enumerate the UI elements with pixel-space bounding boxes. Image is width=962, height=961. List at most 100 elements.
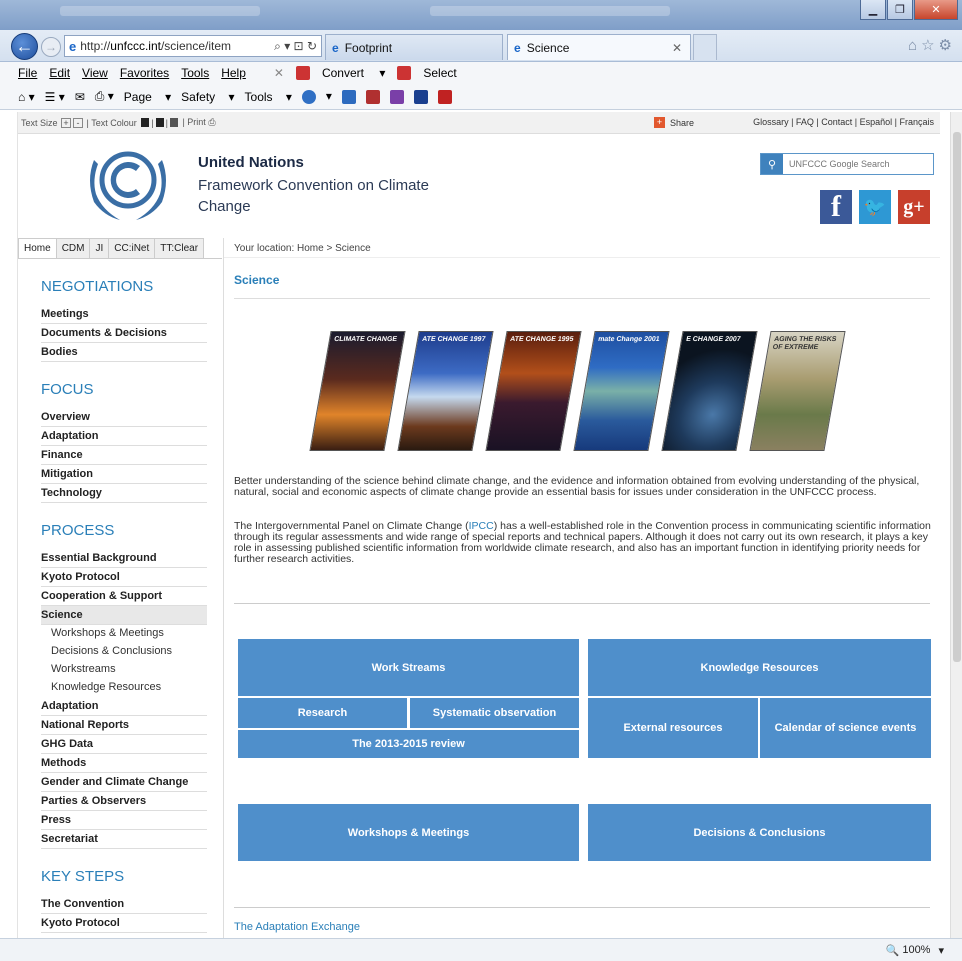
text-size-decrease-button[interactable]: -: [73, 117, 84, 128]
research-block[interactable]: Research: [238, 698, 407, 728]
menu-favorites[interactable]: Favorites: [120, 66, 169, 80]
work-streams-block[interactable]: Work Streams: [238, 639, 579, 696]
home-favorites-settings-icons[interactable]: ⌂☆⚙: [908, 36, 956, 54]
tools-menu[interactable]: Tools ▾: [245, 90, 292, 104]
safety-menu[interactable]: Safety ▾: [181, 90, 234, 104]
colour-grey-button[interactable]: [169, 118, 178, 127]
menu-file[interactable]: File: [18, 66, 37, 80]
zoom-level[interactable]: 100%: [902, 944, 930, 956]
nav-item-secretariat[interactable]: Secretariat: [41, 830, 207, 849]
nav-section-focus[interactable]: FOCUS: [41, 381, 222, 398]
tab-ji[interactable]: JI: [89, 238, 110, 258]
nav-item-cooperation-support[interactable]: Cooperation & Support: [41, 587, 207, 606]
nav-sub-workstreams[interactable]: Workstreams: [51, 661, 207, 679]
tab-footprint[interactable]: e Footprint: [325, 34, 503, 60]
nav-item-technology[interactable]: Technology: [41, 484, 207, 503]
nav-item-press[interactable]: Press: [41, 811, 207, 830]
colour-black-button[interactable]: [141, 118, 150, 127]
nav-item-adaptation[interactable]: Adaptation: [41, 427, 207, 446]
addon-icon[interactable]: [437, 89, 452, 104]
onenote-icon[interactable]: [341, 89, 356, 104]
tab-ttclear[interactable]: TT:Clear: [154, 238, 205, 258]
knowledge-resources-block[interactable]: Knowledge Resources: [588, 639, 931, 696]
report-cover[interactable]: ATE CHANGE 1995: [485, 331, 582, 451]
top-links[interactable]: Glossary | FAQ | Contact | Español | Fra…: [753, 117, 934, 127]
google-plus-icon[interactable]: g+: [898, 190, 930, 224]
nav-sub-knowledge-resources[interactable]: Knowledge Resources: [51, 679, 207, 697]
convert-button[interactable]: Convert ▾: [295, 66, 385, 81]
scrollbar-thumb[interactable]: [953, 132, 961, 662]
nav-item-parties-observers[interactable]: Parties & Observers: [41, 792, 207, 811]
decisions-conclusions-block[interactable]: Decisions & Conclusions: [588, 804, 931, 861]
report-cover[interactable]: mate Change 2001: [573, 331, 670, 451]
text-size-increase-button[interactable]: +: [61, 117, 72, 128]
print-link[interactable]: | Print ⎙: [182, 117, 215, 128]
vertical-scrollbar[interactable]: [950, 112, 962, 938]
nav-item-finance[interactable]: Finance: [41, 446, 207, 465]
zoom-dropdown-icon[interactable]: ▾: [938, 944, 944, 957]
report-cover[interactable]: AGING THE RISKS OF EXTREME: [749, 331, 846, 451]
close-toolbar-icon[interactable]: ✕: [274, 66, 284, 80]
facebook-icon[interactable]: f: [820, 190, 852, 224]
menu-view[interactable]: View: [82, 66, 108, 80]
adaptation-exchange-link[interactable]: The Adaptation Exchange: [234, 921, 360, 933]
calendar-science-events-block[interactable]: Calendar of science events: [760, 698, 931, 758]
back-button[interactable]: ←: [11, 33, 38, 60]
report-cover[interactable]: E CHANGE 2007: [661, 331, 758, 451]
select-button[interactable]: Select: [397, 66, 468, 81]
nav-item-essential-background[interactable]: Essential Background: [41, 549, 207, 568]
home-icon[interactable]: ⌂ ▾: [18, 90, 35, 104]
close-button[interactable]: ✕: [914, 0, 958, 20]
tab-ccinet[interactable]: CC:iNet: [108, 238, 156, 258]
nav-section-negotiations[interactable]: NEGOTIATIONS: [41, 278, 222, 295]
nav-section-key-steps[interactable]: KEY STEPS: [41, 868, 222, 885]
nav-item-bodies[interactable]: Bodies: [41, 343, 207, 362]
share-button[interactable]: + Share: [654, 117, 694, 128]
bluetooth-icon[interactable]: [413, 89, 428, 104]
nav-item-science[interactable]: Science: [41, 606, 207, 625]
nav-item-documents-decisions[interactable]: Documents & Decisions: [41, 324, 207, 343]
nav-sub-workshops-meetings[interactable]: Workshops & Meetings: [51, 625, 207, 643]
search-input[interactable]: [783, 154, 933, 174]
systematic-observation-block[interactable]: Systematic observation: [410, 698, 579, 728]
search-icon[interactable]: ⚲: [761, 154, 783, 174]
menu-tools[interactable]: Tools: [181, 66, 209, 80]
nav-item-kyoto-protocol-2[interactable]: Kyoto Protocol: [41, 914, 207, 933]
tab-science[interactable]: e Science ✕: [507, 34, 691, 60]
feeds-icon[interactable]: ☰ ▾: [45, 90, 65, 104]
nav-item-ghg-data[interactable]: GHG Data: [41, 735, 207, 754]
nav-item-mitigation[interactable]: Mitigation: [41, 465, 207, 484]
tab-home[interactable]: Home: [18, 238, 57, 258]
maximize-button[interactable]: ❐: [887, 0, 913, 20]
nav-item-the-convention[interactable]: The Convention: [41, 895, 207, 914]
page-menu[interactable]: Page ▾: [124, 90, 171, 104]
report-cover[interactable]: ATE CHANGE 1997: [397, 331, 494, 451]
address-bar[interactable]: e http://unfccc.int/science/item ⌕ ▾ ⊡ ↻: [64, 35, 322, 57]
nav-item-methods[interactable]: Methods: [41, 754, 207, 773]
report-cover[interactable]: CLIMATE CHANGE: [309, 331, 406, 451]
nav-item-gender[interactable]: Gender and Climate Change: [41, 773, 207, 792]
workshops-meetings-block[interactable]: Workshops & Meetings: [238, 804, 579, 861]
minimize-button[interactable]: ▁: [860, 0, 886, 20]
new-tab-button[interactable]: [693, 34, 717, 60]
nav-item-national-reports[interactable]: National Reports: [41, 716, 207, 735]
menu-edit[interactable]: Edit: [49, 66, 70, 80]
twitter-icon[interactable]: 🐦: [859, 190, 891, 224]
help-icon[interactable]: ▾: [301, 89, 332, 104]
nav-item-kyoto-protocol[interactable]: Kyoto Protocol: [41, 568, 207, 587]
tab-cdm[interactable]: CDM: [55, 238, 91, 258]
address-controls-icon[interactable]: ⌕ ▾ ⊡ ↻: [274, 39, 321, 54]
review-2013-2015-block[interactable]: The 2013-2015 review: [238, 730, 579, 758]
close-tab-icon[interactable]: ✕: [672, 41, 682, 55]
menu-help[interactable]: Help: [221, 66, 246, 80]
colour-dark-button[interactable]: [155, 118, 164, 127]
external-resources-block[interactable]: External resources: [588, 698, 758, 758]
nav-sub-decisions-conclusions[interactable]: Decisions & Conclusions: [51, 643, 207, 661]
mail-icon[interactable]: ✉: [75, 90, 85, 104]
nav-item-overview[interactable]: Overview: [41, 408, 207, 427]
gmail-icon[interactable]: [365, 89, 380, 104]
onenote2-icon[interactable]: [389, 89, 404, 104]
print-icon[interactable]: ⎙ ▾: [95, 89, 114, 104]
nav-item-meetings[interactable]: Meetings: [41, 305, 207, 324]
forward-button[interactable]: →: [41, 37, 61, 57]
